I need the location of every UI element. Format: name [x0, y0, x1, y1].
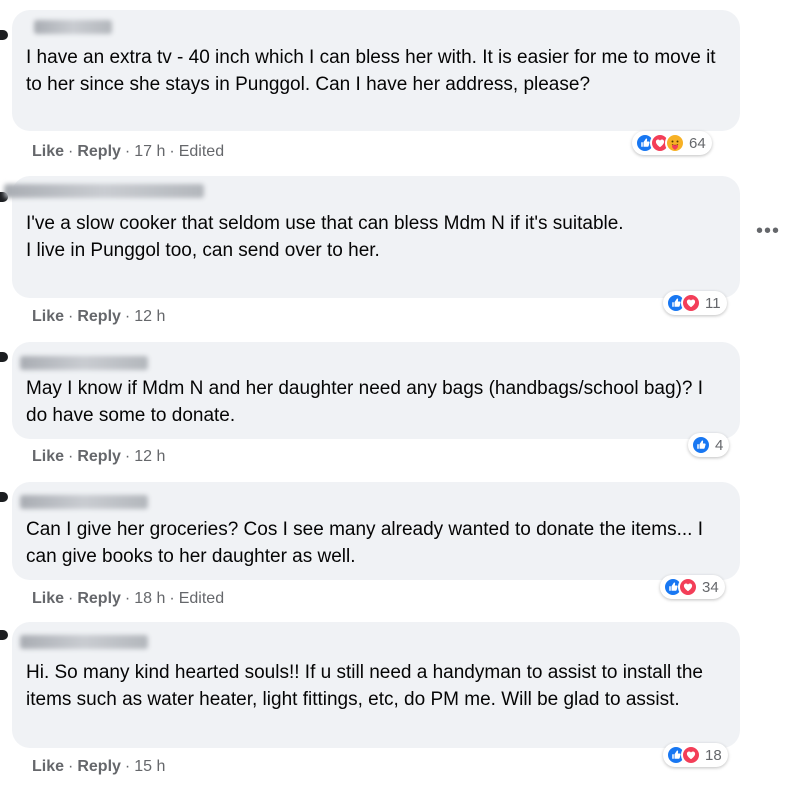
comment-time[interactable]: 15 h [134, 758, 165, 775]
like-button[interactable]: Like [32, 448, 64, 465]
comment-bubble: I've a slow cooker that seldom use that … [4, 176, 740, 298]
comment-text: Can I give her groceries? Cos I see many… [26, 519, 709, 567]
reactions-summary[interactable]: 64 [632, 131, 712, 155]
comment-text: I've a slow cooker that seldom use that … [26, 213, 624, 261]
reaction-count: 18 [705, 746, 722, 764]
reply-button[interactable]: Reply [77, 590, 121, 607]
comment-time[interactable]: 12 h [134, 308, 165, 325]
reactions-summary[interactable]: 11 [663, 291, 727, 315]
reaction-count: 4 [715, 436, 724, 454]
reactions-summary[interactable]: 4 [688, 433, 730, 457]
like-button[interactable]: Like [32, 143, 64, 160]
comment-bubble: May I know if Mdm N and her daughter nee… [12, 342, 740, 439]
love-icon [681, 745, 701, 765]
comment-bubble: Can I give her groceries? Cos I see many… [12, 482, 740, 580]
reply-button[interactable]: Reply [77, 308, 121, 325]
comment-bubble: Hi. So many kind hearted souls!! If u st… [12, 622, 740, 748]
comment-actions: Like · Reply · 12 h [32, 448, 166, 465]
commenter-name[interactable] [20, 356, 148, 370]
edited-label: Edited [178, 143, 225, 160]
comment-time[interactable]: 12 h [134, 448, 165, 465]
avatar[interactable] [0, 352, 8, 362]
comment-text: May I know if Mdm N and her daughter nee… [26, 378, 709, 426]
comment-actions: Like · Reply · 17 h · Edited [32, 143, 225, 160]
reply-button[interactable]: Reply [77, 448, 121, 465]
comment-actions: Like · Reply · 18 h · Edited [32, 590, 225, 607]
comment-time[interactable]: 18 h [134, 590, 165, 607]
comment-text: Hi. So many kind hearted souls!! If u st… [26, 662, 709, 710]
reactions-summary[interactable]: 34 [660, 575, 725, 599]
more-options-icon[interactable]: ••• [756, 221, 780, 241]
reaction-count: 34 [702, 578, 719, 596]
comment-time[interactable]: 17 h [134, 143, 165, 160]
reply-button[interactable]: Reply [77, 143, 121, 160]
avatar[interactable] [0, 492, 8, 502]
like-button[interactable]: Like [32, 758, 64, 775]
love-icon [678, 577, 698, 597]
like-icon [691, 435, 711, 455]
commenter-name[interactable] [4, 184, 204, 198]
comment-actions: Like · Reply · 12 h [32, 308, 166, 325]
commenter-name[interactable] [34, 20, 112, 34]
love-icon [681, 293, 701, 313]
avatar[interactable] [0, 30, 8, 40]
reaction-count: 64 [689, 134, 706, 152]
commenter-name[interactable] [20, 495, 148, 509]
care-icon [665, 133, 685, 153]
commenter-name[interactable] [20, 635, 148, 649]
comment-actions: Like · Reply · 15 h [32, 758, 166, 775]
edited-label: Edited [178, 590, 225, 607]
reaction-count: 11 [705, 294, 721, 312]
avatar[interactable] [0, 630, 8, 640]
comment-text: I have an extra tv - 40 inch which I can… [26, 47, 721, 95]
reactions-summary[interactable]: 18 [663, 743, 728, 767]
comment-bubble: I have an extra tv - 40 inch which I can… [12, 10, 740, 131]
like-button[interactable]: Like [32, 308, 64, 325]
reply-button[interactable]: Reply [77, 758, 121, 775]
like-button[interactable]: Like [32, 590, 64, 607]
